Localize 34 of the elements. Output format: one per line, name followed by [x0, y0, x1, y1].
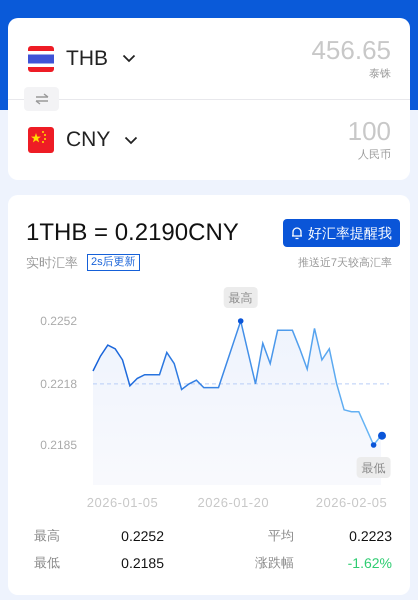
chevron-down-icon [122, 54, 136, 63]
stat-label: 最低 [34, 554, 60, 572]
alert-button[interactable]: 好汇率提醒我 [283, 219, 400, 247]
extreme-point-marker [370, 442, 376, 448]
currency-name: 人民币 [358, 148, 391, 164]
y-axis-label: 0.2185 [40, 438, 77, 452]
countdown-badge: 2s后更新 [87, 254, 140, 272]
bell-icon [291, 226, 303, 240]
china-flag-icon [28, 127, 54, 153]
swap-button[interactable] [24, 87, 59, 111]
stat-value: 0.2185 [121, 554, 164, 572]
currency-name: 泰铢 [369, 66, 391, 82]
stat-label: 平均 [267, 526, 294, 544]
stat-label: 涨跌幅 [254, 554, 294, 572]
alert-hint: 推送近7天较高汇率 [298, 256, 392, 270]
stat-value: -1.62% [346, 554, 392, 572]
rate-label: 实时汇率 [26, 254, 78, 272]
current-point-marker [378, 431, 386, 440]
extreme-point-marker [238, 318, 244, 324]
y-axis-label: 0.2218 [40, 376, 77, 390]
stat-value: 0.2252 [121, 526, 164, 546]
stat-value: 0.2223 [348, 526, 392, 546]
stat-label: 最高 [34, 526, 60, 544]
currency-selector[interactable]: CNY [28, 124, 138, 156]
exchange-rate: 1THB = 0.2190CNY [26, 218, 239, 248]
annotation: 最高 [228, 290, 253, 304]
swap-icon [34, 93, 48, 105]
annotation: 最低 [362, 460, 386, 474]
y-axis-label: 0.2252 [40, 314, 77, 328]
currency-selector[interactable]: THB [28, 42, 136, 74]
chart-tag: 最低 [356, 456, 391, 478]
chart-tag: 最高 [224, 286, 258, 308]
thailand-flag-icon [28, 46, 54, 72]
chevron-down-icon [124, 136, 138, 144]
